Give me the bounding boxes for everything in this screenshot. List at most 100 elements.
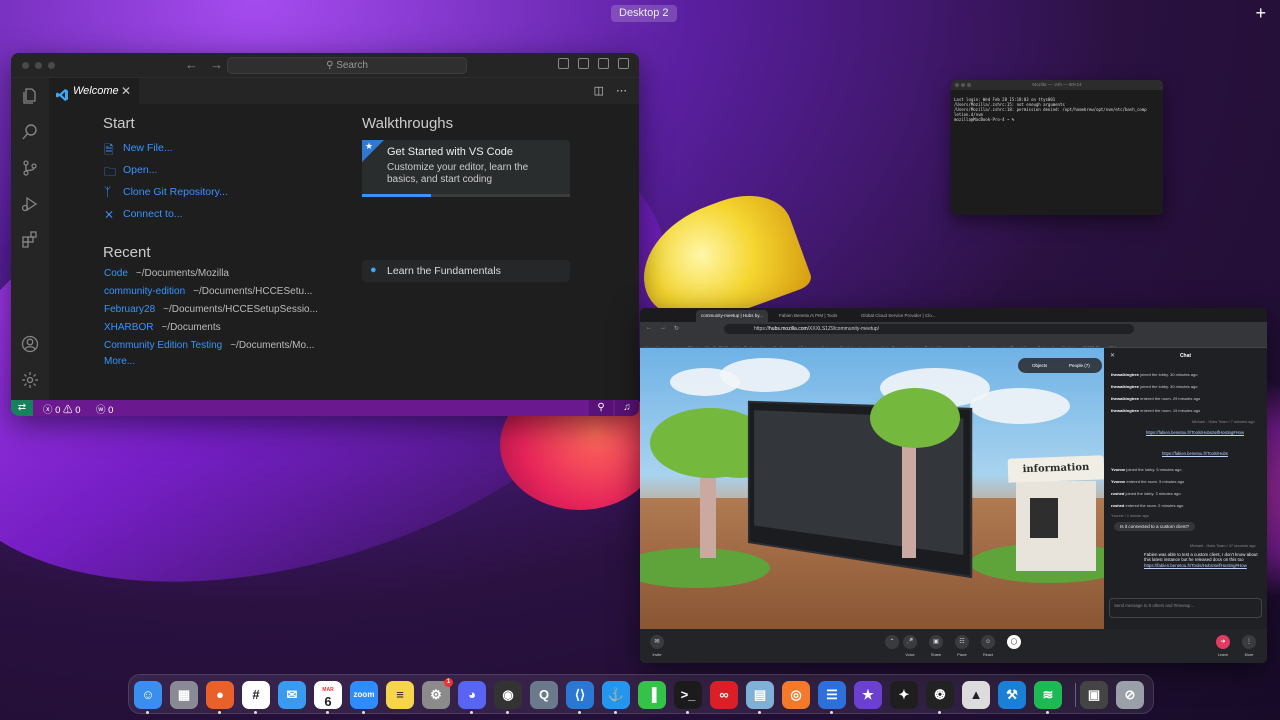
message-meta: Yvonne / 1 minute ago xyxy=(1111,514,1149,518)
back-arrow-icon[interactable]: ← xyxy=(646,325,652,332)
running-indicator xyxy=(362,711,365,714)
quicktime-icon[interactable]: Q xyxy=(530,681,558,709)
notes-icon[interactable]: ≡ xyxy=(386,681,414,709)
chat-link[interactable]: https://fabien.benetou.fr/Tools/HubsSelf… xyxy=(1146,430,1244,435)
firefox-icon[interactable]: ● xyxy=(206,681,234,709)
chat-event: thewalkingtree joined the lobby. 30 minu… xyxy=(1111,384,1198,389)
chat-message: Fabien was able to test a custom client,… xyxy=(1144,552,1258,568)
sequel-pro-icon[interactable]: ▲ xyxy=(962,681,990,709)
chat-event: thewalkingtree joined the lobby. 30 minu… xyxy=(1111,372,1198,377)
open-link[interactable]: 🗀 Open... xyxy=(104,163,157,180)
address-bar[interactable]: https://hubs.mozilla.com/XXXLS1Z9/commun… xyxy=(724,324,1134,334)
react-button[interactable]: ☺ xyxy=(981,635,995,649)
zoom-icon[interactable]: zoom xyxy=(350,681,378,709)
toggle-panel-icon[interactable] xyxy=(578,58,589,69)
notifications-bell-icon[interactable]: ♫ xyxy=(615,400,639,416)
customize-layout-icon[interactable] xyxy=(618,58,629,69)
unity-icon[interactable]: ❂ xyxy=(926,681,954,709)
leave-button[interactable]: ➜ xyxy=(1216,635,1230,649)
browser-tab[interactable]: community-meetup | Hubs by... xyxy=(696,310,768,322)
mail-icon[interactable]: ✉ xyxy=(278,681,306,709)
message-meta: Michael - Hubs Team / 7 minutes ago xyxy=(1192,420,1255,424)
walkthrough-fundamentals[interactable]: ● Learn the Fundamentals xyxy=(362,260,570,282)
browser-tab[interactable]: Fabien Benetou's PIM | Tools xyxy=(774,310,850,322)
walkthrough-get-started[interactable]: ★ Get Started with VS Code Customize you… xyxy=(362,140,570,197)
system-settings-icon[interactable]: ⚙ 1 xyxy=(422,678,453,709)
extensions-icon[interactable] xyxy=(21,231,39,249)
recent-item[interactable]: XHARBOR ~/Documents xyxy=(104,322,221,333)
chat-input[interactable]: Send message to 8 others and #meetup... xyxy=(1109,598,1262,618)
browser-tab[interactable]: Global Cloud Service Provider | Clo... xyxy=(856,310,936,322)
more-actions-icon[interactable]: ⋯ xyxy=(616,84,627,97)
invite-button[interactable]: ✉ xyxy=(650,635,664,649)
connect-to-link[interactable]: ⨯ Connect to... xyxy=(104,207,183,221)
recent-item[interactable]: community-edition ~/Documents/HCCESetu... xyxy=(104,286,312,297)
new-file-link[interactable]: 🗎 New File... xyxy=(104,141,173,158)
ports-status[interactable]: ⓦ 0 xyxy=(96,402,113,416)
numbers-icon[interactable]: ▐ xyxy=(638,681,666,709)
forward-arrow-icon[interactable]: → xyxy=(660,325,666,332)
share-label: Share xyxy=(930,653,942,657)
add-desktop-button[interactable]: + xyxy=(1255,2,1266,24)
discord-icon[interactable]: ◕ xyxy=(458,681,486,709)
creative-cloud-icon[interactable]: ∞ xyxy=(710,681,738,709)
source-control-icon[interactable] xyxy=(21,159,39,177)
screenshot-icon[interactable]: ▣ xyxy=(1080,681,1108,709)
explorer-icon[interactable] xyxy=(21,87,39,105)
place-button[interactable]: ☷ xyxy=(955,635,969,649)
terminal-icon[interactable]: >_ xyxy=(674,681,702,709)
blender-icon[interactable]: ◎ xyxy=(782,681,810,709)
terminal-window[interactable]: Mozilla — -zsh — 80×24 Last login: Wed F… xyxy=(951,80,1163,215)
slack-icon[interactable]: # xyxy=(242,681,270,709)
window-controls[interactable] xyxy=(22,62,55,69)
remote-indicator-icon[interactable]: ⇄ xyxy=(11,400,33,416)
tab-welcome[interactable]: Welcome ✕ xyxy=(49,78,139,104)
voice-button[interactable]: 🎤 xyxy=(903,635,917,649)
tableplus-icon[interactable]: ☰ xyxy=(818,681,846,709)
objects-button[interactable]: Objects xyxy=(1032,358,1047,373)
account-icon[interactable] xyxy=(21,335,39,353)
message-meta: Michael - Hubs Team / 47 seconds ago xyxy=(1190,544,1256,548)
chat-button[interactable]: ◯ xyxy=(1007,635,1021,649)
back-arrow-icon[interactable]: ← xyxy=(185,57,198,72)
chevron-up-icon[interactable]: ⌃ xyxy=(885,635,899,649)
more-button[interactable]: ⋮ xyxy=(1242,635,1256,649)
chat-link[interactable]: https://fabien.benetou.fr/Tools/Hubs xyxy=(1162,451,1228,456)
more-recent-link[interactable]: More... xyxy=(104,356,135,367)
people-button[interactable]: People (7) xyxy=(1069,358,1090,373)
finder-icon[interactable]: ☺ xyxy=(134,681,162,709)
share-button[interactable]: ▣ xyxy=(929,635,943,649)
problems-status[interactable]: ⓧ 0 ⚠ 0 xyxy=(43,402,81,416)
docker-icon[interactable]: ⚓ xyxy=(602,681,630,709)
hubs-3d-scene[interactable]: information Objects People (7) xyxy=(640,348,1104,629)
reload-icon[interactable]: ↻ xyxy=(674,325,679,332)
split-editor-icon[interactable]: ◫ xyxy=(594,84,604,97)
recent-item[interactable]: Code ~/Documents/Mozilla xyxy=(104,268,229,279)
vscode-icon[interactable]: ⟨⟩ xyxy=(566,681,594,709)
zoom-icon[interactable]: ⚲ xyxy=(589,400,613,416)
trash-icon[interactable]: ⊘ xyxy=(1116,681,1144,709)
chat-link[interactable]: https://fabien.benetou.fr/Tools/HubsSelf… xyxy=(1144,563,1247,568)
figma-icon[interactable]: ✦ xyxy=(890,681,918,709)
manage-gear-icon[interactable] xyxy=(21,371,39,389)
forward-arrow-icon[interactable]: → xyxy=(210,57,223,72)
welcome-page: Start 🗎 New File... 🗀 Open... ᛉ Clone Git R… xyxy=(49,104,633,400)
toggle-sidebar-icon[interactable] xyxy=(558,58,569,69)
toggle-secondary-sidebar-icon[interactable] xyxy=(598,58,609,69)
calendar-icon[interactable]: MAR 6 xyxy=(314,681,342,709)
desktop-label[interactable]: Desktop 2 xyxy=(611,5,677,22)
preview-icon[interactable]: ▤ xyxy=(746,681,774,709)
search-icon[interactable] xyxy=(21,123,39,141)
recent-item[interactable]: Community Edition Testing ~/Documents/Mo.… xyxy=(104,340,314,351)
clone-repo-link[interactable]: ᛉ Clone Git Repository... xyxy=(104,185,228,199)
vscode-window: ← → ⚲ Search Welcome ✕ ◫ ⋯ Start 🗎 New F… xyxy=(11,53,639,416)
imovie-icon[interactable]: ★ xyxy=(854,681,882,709)
close-icon[interactable]: ✕ xyxy=(121,78,131,104)
recent-item[interactable]: February28 ~/Documents/HCCESetupSessio... xyxy=(104,304,318,315)
spotify-icon[interactable]: ≋ xyxy=(1034,681,1062,709)
launchpad-icon[interactable]: ▦ xyxy=(170,681,198,709)
xcode-icon[interactable]: ⚒ xyxy=(998,681,1026,709)
run-debug-icon[interactable] xyxy=(21,195,39,213)
obs-icon[interactable]: ◉ xyxy=(494,681,522,709)
command-center-search[interactable]: ⚲ Search xyxy=(227,57,467,74)
